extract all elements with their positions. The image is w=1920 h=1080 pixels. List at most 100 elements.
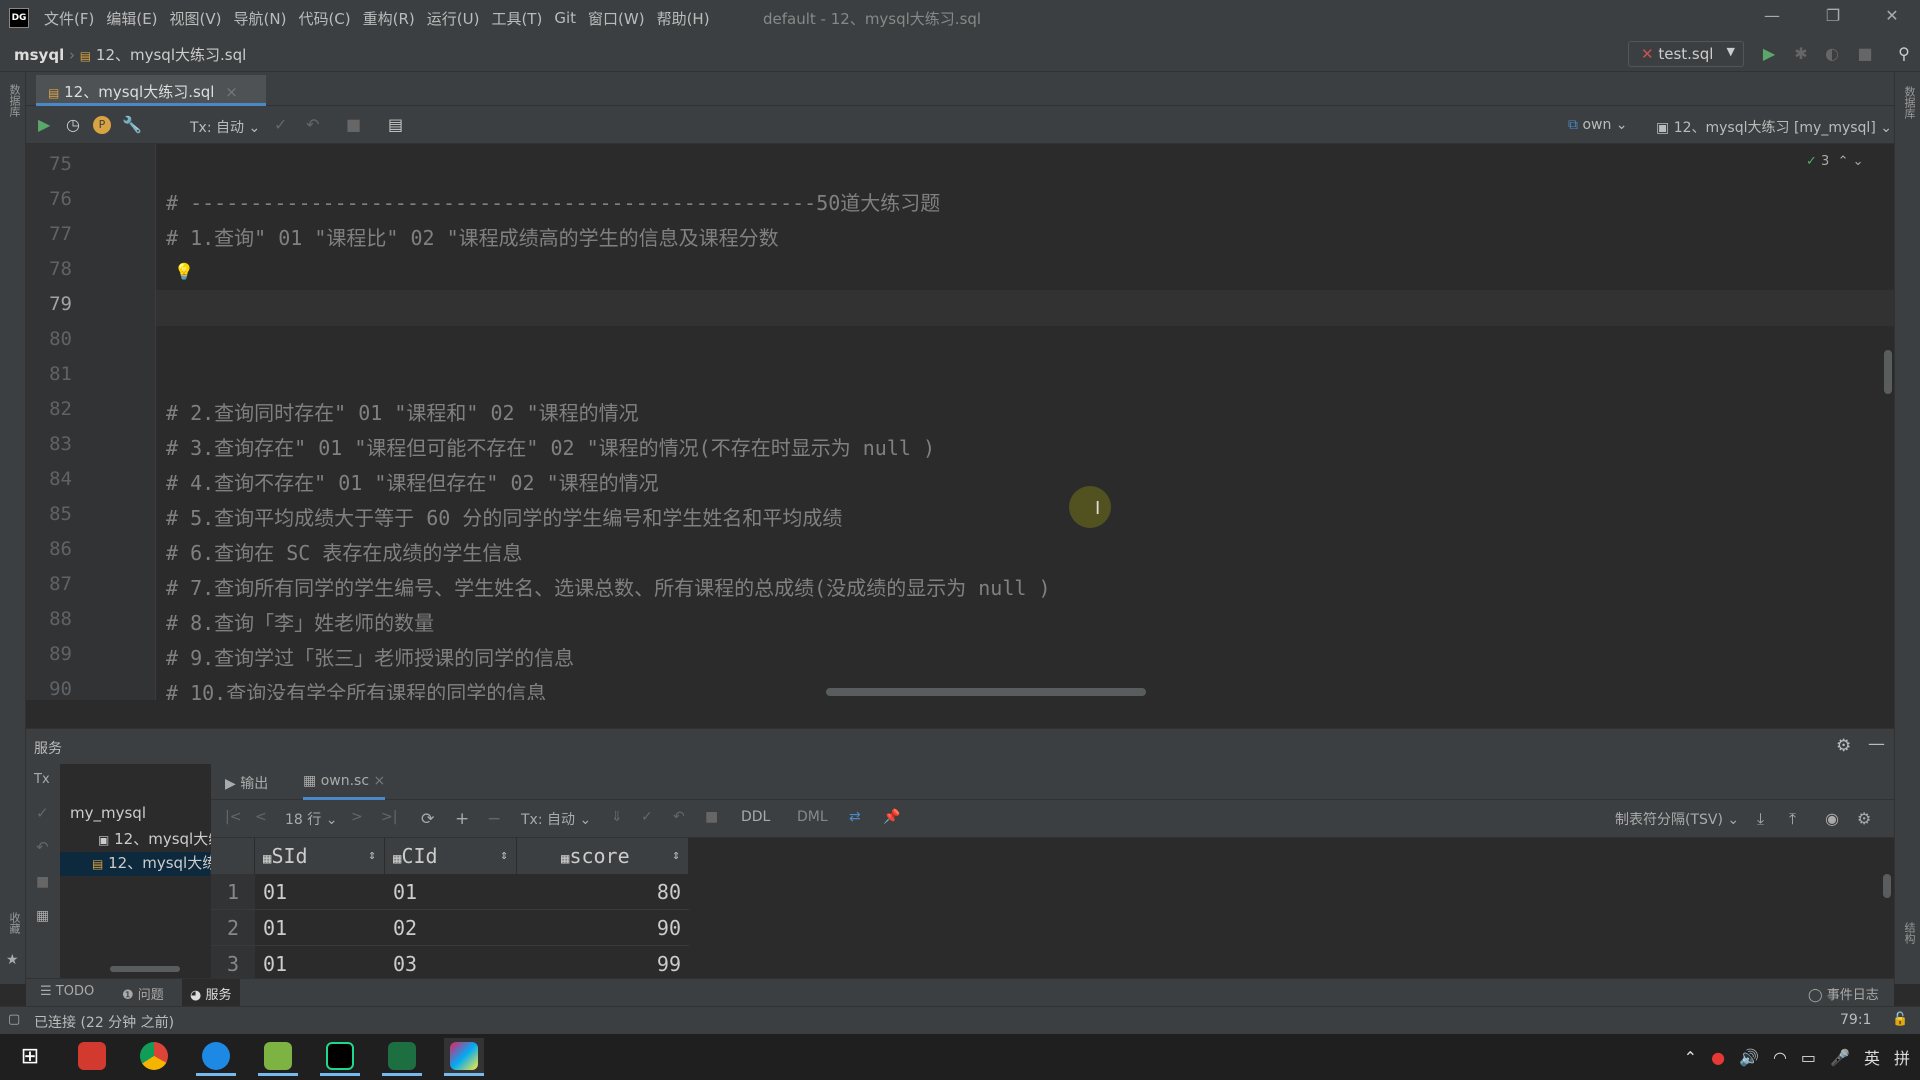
cell-score[interactable]: 80 [517, 874, 689, 910]
stop-icon[interactable]: ■ [36, 874, 49, 890]
favorites-tool-tab[interactable]: 收藏 [6, 912, 22, 934]
todo-tab[interactable]: ☰ TODO [40, 984, 94, 999]
star-icon[interactable]: ★ [6, 952, 19, 968]
hide-panel-icon[interactable]: — [1868, 734, 1885, 754]
coverage-icon[interactable]: ◐ [1823, 44, 1841, 63]
horizontal-scrollbar[interactable] [826, 688, 1146, 696]
menu-refactor[interactable]: 重构(R) [363, 8, 415, 29]
next-page-icon[interactable]: > [351, 809, 363, 825]
row-number[interactable]: 1 [211, 874, 255, 910]
column-header-cid[interactable]: ▦CId ⇕ [385, 838, 517, 874]
tx-mode-select[interactable]: Tx: 自动 ⌄ [190, 117, 260, 137]
compare-icon[interactable]: ⇄ [849, 809, 861, 825]
cell-score[interactable]: 90 [517, 910, 689, 946]
stop-icon[interactable]: ■ [705, 809, 718, 825]
minimize-icon[interactable]: — [1757, 6, 1787, 25]
browser-icon[interactable] [196, 1038, 236, 1076]
lock-icon[interactable]: 🔓 [1892, 1012, 1908, 1027]
record-icon[interactable]: ● [1711, 1048, 1725, 1067]
menu-navigate[interactable]: 导航(N) [234, 8, 287, 29]
gear-icon[interactable]: ⚙ [1836, 736, 1851, 756]
excel-icon[interactable] [382, 1038, 422, 1076]
menu-git[interactable]: Git [554, 9, 576, 27]
tree-scrollbar[interactable] [110, 966, 180, 972]
menu-code[interactable]: 代码(C) [298, 8, 350, 29]
image-viewer-icon[interactable] [444, 1038, 484, 1076]
tray-expand-icon[interactable]: ⌃ [1684, 1048, 1697, 1067]
windows-start-icon[interactable]: ⊞ [10, 1038, 50, 1076]
history-icon[interactable]: ◷ [66, 115, 80, 134]
cell-cid[interactable]: 02 [385, 910, 517, 946]
pin-icon[interactable]: 📌 [883, 809, 900, 825]
first-page-icon[interactable]: |< [225, 809, 241, 825]
tab-close-icon[interactable]: × [225, 83, 238, 101]
view-icon[interactable]: ◉ [1825, 809, 1839, 828]
services-tab[interactable]: ◕ 服务 [182, 979, 240, 1007]
app-icon-red[interactable] [72, 1038, 112, 1076]
inspection-widget[interactable]: ✓ 3 ⌃ ⌄ [1806, 154, 1864, 169]
editor-tab-active[interactable]: ▤ 12、mysql大练习.sql × [36, 75, 266, 106]
close-icon[interactable]: ✕ [1877, 6, 1907, 25]
ime-language[interactable]: 英 [1864, 1045, 1880, 1069]
rollback-icon[interactable]: ↶ [306, 115, 319, 134]
cell-score[interactable]: 99 [517, 946, 689, 982]
refresh-icon[interactable]: ⟳ [421, 809, 434, 828]
ddl-button[interactable]: DDL [741, 809, 770, 825]
problems-tab[interactable]: ❶ 问题 [122, 984, 164, 1003]
tx-icon[interactable]: Tx [34, 772, 50, 787]
caret-position[interactable]: 79:1 [1840, 1012, 1871, 1028]
rollback-icon[interactable]: ↶ [36, 838, 49, 856]
upload-icon[interactable]: ⤒ [1789, 809, 1796, 829]
tab-output[interactable]: ▶ 输出 [225, 773, 268, 793]
layout-icon[interactable]: ▦ [36, 908, 49, 924]
stop-icon[interactable]: ■ [1856, 44, 1874, 63]
microphone-icon[interactable]: 🎤 [1830, 1048, 1850, 1067]
export-format-select[interactable]: 制表符分隔(TSV) ⌄ [1615, 809, 1739, 829]
grid-scrollbar[interactable] [1883, 874, 1891, 898]
run-config-select[interactable]: ✕ test.sql ▼ [1628, 41, 1744, 67]
menu-edit[interactable]: 编辑(E) [106, 8, 157, 29]
volume-icon[interactable]: 🔊 [1739, 1048, 1759, 1067]
rollback-icon[interactable]: ↶ [673, 809, 685, 825]
tree-item-console[interactable]: ▤ 12、mysql大练 [60, 852, 217, 876]
restore-icon[interactable]: ❐ [1818, 6, 1848, 25]
download-icon[interactable]: ⤓ [1757, 809, 1764, 829]
gear-icon[interactable]: ⚙ [1857, 809, 1871, 828]
datagrip-icon[interactable] [320, 1038, 360, 1076]
breadcrumb-file[interactable]: 12、mysql大练习.sql [96, 46, 246, 64]
datasource-select[interactable]: ▣ 12、mysql大练习 [my_mysql] ⌄ [1656, 117, 1892, 137]
explain-plan-icon[interactable]: P [93, 116, 111, 134]
cell-sid[interactable]: 01 [255, 910, 385, 946]
sort-icon[interactable]: ⇕ [672, 848, 680, 863]
tab-close-icon[interactable]: × [373, 773, 385, 789]
menu-window[interactable]: 窗口(W) [588, 8, 645, 29]
execute-icon[interactable]: ▶ [38, 115, 50, 134]
last-page-icon[interactable]: >| [381, 809, 397, 825]
tx-mode-select[interactable]: Tx: 自动 ⌄ [521, 809, 591, 829]
submit-icon[interactable]: ⇓ [611, 809, 623, 825]
schema-select[interactable]: ⧉ own ⌄ [1568, 117, 1628, 133]
tab-result[interactable]: ▦ own.sc × [303, 773, 386, 800]
sort-icon[interactable]: ⇕ [368, 848, 376, 863]
cell-cid[interactable]: 01 [385, 874, 517, 910]
ime-mode[interactable]: 拼 [1894, 1045, 1910, 1069]
rows-count-select[interactable]: 18 行 ⌄ [285, 809, 337, 829]
debug-icon[interactable]: ✱ [1792, 44, 1810, 63]
vertical-scrollbar[interactable] [1884, 350, 1892, 394]
stop-icon[interactable]: ■ [346, 115, 361, 134]
run-icon[interactable]: ▶ [1760, 44, 1778, 63]
breadcrumb-project[interactable]: msyql [14, 46, 64, 64]
cell-cid[interactable]: 03 [385, 946, 517, 982]
sql-editor[interactable]: 75 76 77 78 79 80 81 82 83 84 85 86 87 8… [26, 144, 1894, 700]
cell-sid[interactable]: 01 [255, 946, 385, 982]
menu-run[interactable]: 运行(U) [427, 8, 480, 29]
cell-sid[interactable]: 01 [255, 874, 385, 910]
settings-wrench-icon[interactable]: 🔧 [122, 115, 142, 134]
menu-view[interactable]: 视图(V) [170, 8, 222, 29]
column-header-sid[interactable]: ▦SId ⇕ [255, 838, 385, 874]
database-tool-tab[interactable]: 数据库 [6, 84, 22, 117]
add-row-icon[interactable]: + [455, 809, 469, 829]
menu-tools[interactable]: 工具(T) [491, 8, 542, 29]
dml-button[interactable]: DML [797, 809, 828, 825]
menu-help[interactable]: 帮助(H) [657, 8, 710, 29]
